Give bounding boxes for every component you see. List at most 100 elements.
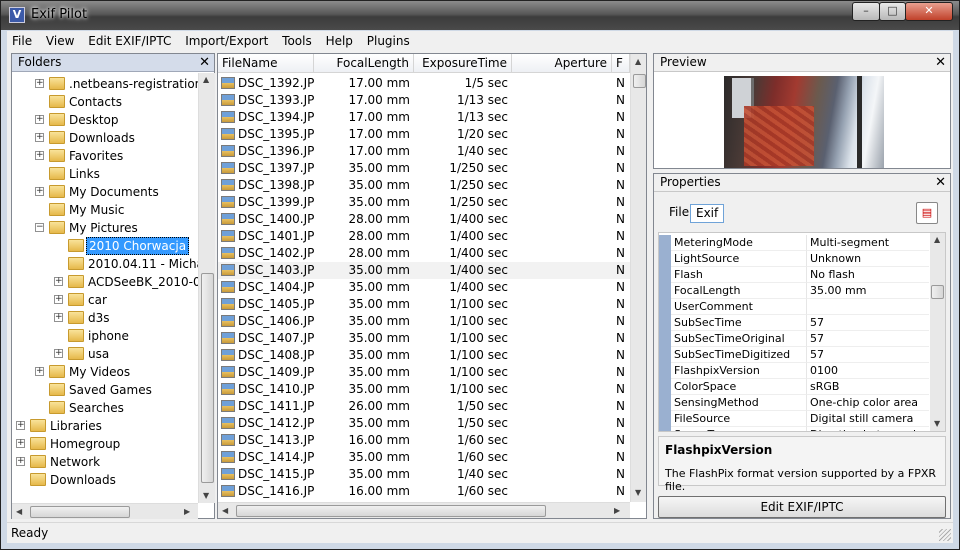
folder-tree-horizontal-scrollbar[interactable]: ◀ ▶ bbox=[12, 503, 198, 519]
folder-tree-item[interactable]: Saved Games bbox=[12, 381, 198, 399]
table-row[interactable]: DSC_1407.JPG 35.00 mm 1/100 sec N bbox=[218, 330, 630, 347]
property-value[interactable]: sRGB bbox=[807, 379, 929, 395]
table-row[interactable]: DSC_1395.JPG 17.00 mm 1/20 sec N bbox=[218, 126, 630, 143]
column-header[interactable]: FocalLength bbox=[314, 54, 414, 73]
folder-tree-item[interactable]: 2010 Chorwacja bbox=[12, 237, 198, 255]
table-row[interactable]: DSC_1397.JPG 35.00 mm 1/250 sec N bbox=[218, 160, 630, 177]
minimize-button[interactable]: – bbox=[852, 2, 880, 21]
property-row[interactable]: FlashpixVersion 0100 bbox=[659, 363, 929, 379]
property-value[interactable] bbox=[807, 299, 929, 315]
file-list-horizontal-scrollbar[interactable]: ◀ ▶ bbox=[218, 502, 630, 518]
expand-icon[interactable]: + bbox=[54, 295, 63, 304]
property-row[interactable]: LightSource Unknown bbox=[659, 251, 929, 267]
table-row[interactable]: DSC_1412.JPG 35.00 mm 1/50 sec N bbox=[218, 415, 630, 432]
file-list[interactable]: FileName FocalLength ExposureTime Aperture F… bbox=[217, 53, 647, 519]
folder-tree-item[interactable]: + Favorites bbox=[12, 147, 198, 165]
scroll-down-arrow-icon[interactable]: ▼ bbox=[635, 488, 641, 497]
menu-edit-exif-iptc[interactable]: Edit EXIF/IPTC bbox=[83, 31, 176, 51]
table-row[interactable]: DSC_1411.JPG 26.00 mm 1/50 sec N bbox=[218, 398, 630, 415]
folder-tree-item[interactable]: 2010.04.11 - Michal bbox=[12, 255, 198, 273]
export-properties-icon[interactable]: ▤ bbox=[916, 202, 938, 224]
expand-icon[interactable]: + bbox=[35, 187, 44, 196]
property-row[interactable]: MeteringMode Multi-segment bbox=[659, 235, 929, 251]
folder-tree-item[interactable]: Downloads bbox=[12, 471, 198, 489]
folder-tree-item[interactable]: + Homegroup bbox=[12, 435, 198, 453]
menu-plugins[interactable]: Plugins bbox=[362, 31, 415, 51]
scroll-left-arrow-icon[interactable]: ◀ bbox=[222, 506, 228, 515]
scroll-left-arrow-icon[interactable]: ◀ bbox=[16, 507, 22, 516]
table-row[interactable]: DSC_1396.JPG 17.00 mm 1/40 sec N bbox=[218, 143, 630, 160]
expand-icon[interactable]: + bbox=[16, 457, 25, 466]
expand-icon[interactable]: + bbox=[16, 421, 25, 430]
file-list-scroll-thumb[interactable] bbox=[633, 74, 646, 88]
property-value[interactable]: Unknown bbox=[807, 251, 929, 267]
tab-exif[interactable]: Exif bbox=[690, 204, 725, 223]
collapse-icon[interactable]: − bbox=[35, 223, 44, 232]
folder-tree-item[interactable]: + My Documents bbox=[12, 183, 198, 201]
properties-close-icon[interactable]: ✕ bbox=[935, 174, 946, 191]
table-row[interactable]: DSC_1405.JPG 35.00 mm 1/100 sec N bbox=[218, 296, 630, 313]
folder-tree-item[interactable]: Links bbox=[12, 165, 198, 183]
property-row[interactable]: ColorSpace sRGB bbox=[659, 379, 929, 395]
table-row[interactable]: DSC_1402.JPG 28.00 mm 1/400 sec N bbox=[218, 245, 630, 262]
folder-tree-item[interactable]: Searches bbox=[12, 399, 198, 417]
table-row[interactable]: DSC_1401.JPG 28.00 mm 1/400 sec N bbox=[218, 228, 630, 245]
property-value[interactable]: 57 bbox=[807, 331, 929, 347]
property-row[interactable]: SceneTypeDirectly photographed bbox=[659, 427, 929, 431]
scroll-up-arrow-icon[interactable]: ▲ bbox=[203, 75, 209, 84]
folder-tree-item[interactable]: iphone bbox=[12, 327, 198, 345]
property-value[interactable]: Multi-segment bbox=[807, 235, 929, 251]
folder-tree-item[interactable]: + Network bbox=[12, 453, 198, 471]
scroll-up-arrow-icon[interactable]: ▲ bbox=[635, 57, 641, 66]
scroll-right-arrow-icon[interactable]: ▶ bbox=[184, 507, 190, 516]
folder-tree-item[interactable]: + Desktop bbox=[12, 111, 198, 129]
expand-icon[interactable]: + bbox=[54, 277, 63, 286]
title-bar[interactable]: V Exif Pilot – □ ✕ bbox=[1, 1, 959, 30]
property-value[interactable]: Digital still camera bbox=[807, 411, 929, 427]
scroll-down-arrow-icon[interactable]: ▼ bbox=[203, 491, 209, 500]
column-header[interactable]: ExposureTime bbox=[414, 54, 512, 73]
property-row[interactable]: UserComment bbox=[659, 299, 929, 315]
table-row[interactable]: DSC_1406.JPG 35.00 mm 1/100 sec N bbox=[218, 313, 630, 330]
folder-tree-item[interactable]: + car bbox=[12, 291, 198, 309]
folder-tree-item[interactable]: Contacts bbox=[12, 93, 198, 111]
menu-view[interactable]: View bbox=[41, 31, 79, 51]
property-row[interactable]: Flash No flash bbox=[659, 267, 929, 283]
close-window-button[interactable]: ✕ bbox=[905, 2, 953, 21]
property-row[interactable]: FocalLength 35.00 mm bbox=[659, 283, 929, 299]
folder-tree[interactable]: + .netbeans-registration Contacts + Desktop +… bbox=[12, 73, 198, 503]
table-row[interactable]: DSC_1398.JPG 35.00 mm 1/250 sec N bbox=[218, 177, 630, 194]
property-row[interactable]: SubSecTimeOriginal 57 bbox=[659, 331, 929, 347]
property-row[interactable]: FileSource Digital still camera bbox=[659, 411, 929, 427]
expand-icon[interactable]: + bbox=[35, 151, 44, 160]
property-grid[interactable]: MeteringMode Multi-segment LightSource Unkn… bbox=[658, 232, 946, 432]
property-row[interactable]: SubSecTimeDigitized 57 bbox=[659, 347, 929, 363]
table-row[interactable]: DSC_1408.JPG 35.00 mm 1/100 sec N bbox=[218, 347, 630, 364]
resize-grip-icon[interactable] bbox=[939, 529, 951, 541]
scroll-up-arrow-icon[interactable]: ▲ bbox=[934, 235, 940, 244]
maximize-button[interactable]: □ bbox=[879, 2, 906, 21]
column-header[interactable]: F bbox=[612, 54, 630, 73]
menu-tools[interactable]: Tools bbox=[277, 31, 317, 51]
folder-tree-item[interactable]: My Music bbox=[12, 201, 198, 219]
property-value[interactable]: Directly photographed bbox=[807, 427, 929, 431]
expand-icon[interactable]: + bbox=[35, 115, 44, 124]
folders-close-icon[interactable]: ✕ bbox=[199, 54, 210, 71]
property-row[interactable]: SensingMethod One-chip color area bbox=[659, 395, 929, 411]
folder-tree-item[interactable]: + ACDSeeBK_2010-08 bbox=[12, 273, 198, 291]
property-grid-scrollbar[interactable]: ▲ ▼ bbox=[930, 233, 945, 431]
property-value[interactable]: 35.00 mm bbox=[807, 283, 929, 299]
property-grid-scroll-thumb[interactable] bbox=[931, 285, 944, 299]
expand-icon[interactable]: + bbox=[35, 133, 44, 142]
expand-icon[interactable]: + bbox=[35, 79, 44, 88]
table-row[interactable]: DSC_1393.JPG 17.00 mm 1/13 sec N bbox=[218, 92, 630, 109]
scroll-right-arrow-icon[interactable]: ▶ bbox=[614, 506, 620, 515]
expand-icon[interactable]: + bbox=[54, 313, 63, 322]
folder-tree-item[interactable]: + d3s bbox=[12, 309, 198, 327]
table-row[interactable]: DSC_1399.JPG 35.00 mm 1/250 sec N bbox=[218, 194, 630, 211]
preview-close-icon[interactable]: ✕ bbox=[935, 54, 946, 71]
column-header[interactable]: FileName bbox=[218, 54, 314, 73]
table-row[interactable]: DSC_1392.JPG 17.00 mm 1/5 sec N bbox=[218, 75, 630, 92]
property-value[interactable]: No flash bbox=[807, 267, 929, 283]
property-row[interactable]: SubSecTime 57 bbox=[659, 315, 929, 331]
